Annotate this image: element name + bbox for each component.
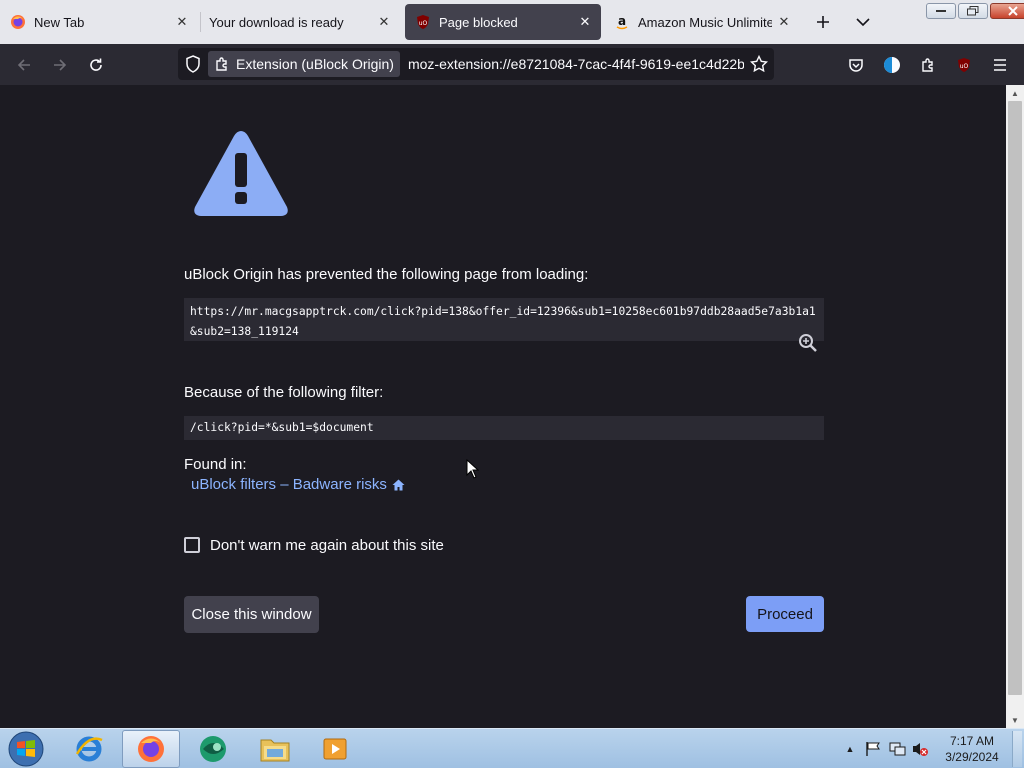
taskbar-green-app[interactable] xyxy=(184,730,242,768)
identity-box[interactable]: Extension (uBlock Origin) xyxy=(208,51,400,77)
home-icon xyxy=(392,479,405,490)
taskbar: ▲ 7:17 AM 3/29/2024 xyxy=(0,728,1024,768)
close-icon xyxy=(1008,6,1018,16)
tab-close-button[interactable]: ✕ xyxy=(772,10,796,34)
volume-muted-icon[interactable] xyxy=(911,741,929,757)
clock-date: 3/29/2024 xyxy=(945,750,999,764)
tab-title: Amazon Music Unlimited | xyxy=(638,14,772,30)
tab-separator xyxy=(200,12,201,32)
chevron-down-icon xyxy=(856,18,870,27)
taskbar-windows-explorer[interactable] xyxy=(246,730,304,768)
tab-close-button[interactable]: ✕ xyxy=(372,10,396,34)
tab-title: New Tab xyxy=(34,14,85,30)
filter-list-name: uBlock filters – Badware risks xyxy=(191,476,387,493)
tab-page-blocked[interactable]: uO Page blocked ✕ xyxy=(405,4,601,40)
contrast-icon xyxy=(884,57,900,73)
extensions-button[interactable] xyxy=(915,52,941,78)
mouse-cursor-icon xyxy=(466,459,479,479)
tab-close-button[interactable]: ✕ xyxy=(573,10,597,34)
back-button[interactable] xyxy=(11,52,37,78)
amazon-icon: a xyxy=(614,14,630,30)
url-text[interactable]: moz-extension://e8721084-7cac-4f4f-9619-… xyxy=(408,56,744,72)
tab-title: Page blocked xyxy=(439,14,518,30)
taskbar-firefox[interactable] xyxy=(122,730,180,768)
blocked-url: https://mr.macgsapptrck.com/click?pid=13… xyxy=(184,298,824,341)
show-hidden-icons-icon[interactable]: ▲ xyxy=(843,744,857,754)
dont-warn-label[interactable]: Don't warn me again about this site xyxy=(210,537,444,554)
forward-arrow-icon xyxy=(54,59,67,71)
back-arrow-icon xyxy=(17,59,30,71)
svg-text:uO: uO xyxy=(960,63,969,70)
filter-label: Because of the following filter: xyxy=(184,384,384,401)
filter-list-link[interactable]: uBlock filters – Badware risks xyxy=(191,476,405,493)
tab-new-tab[interactable]: New Tab ✕ xyxy=(0,4,198,40)
firefox-icon xyxy=(138,736,164,762)
extension-icon xyxy=(216,57,227,71)
taskbar-media-player[interactable] xyxy=(306,730,364,768)
puzzle-icon xyxy=(922,58,933,72)
ublock-icon: uO xyxy=(958,58,970,72)
svg-text:uO: uO xyxy=(419,20,428,27)
found-in-label: Found in: xyxy=(184,456,247,473)
restore-icon xyxy=(967,6,979,16)
reload-button[interactable] xyxy=(83,52,109,78)
window-close-button[interactable] xyxy=(990,3,1024,19)
vertical-scrollbar[interactable]: ▲ ▼ xyxy=(1006,85,1024,728)
internet-explorer-icon xyxy=(75,736,103,762)
taskbar-clock[interactable]: 7:17 AM 3/29/2024 xyxy=(940,733,1004,765)
ublock-icon: uO xyxy=(415,14,431,30)
reload-icon xyxy=(90,58,102,71)
tab-download[interactable]: Your download is ready ✕ xyxy=(202,4,400,40)
tab-strip: New Tab ✕ Your download is ready ✕ uO Pa… xyxy=(0,0,1024,44)
svg-text:a: a xyxy=(618,14,626,28)
warning-icon xyxy=(194,131,288,216)
filter-text: /click?pid=*&sub1=$document xyxy=(184,416,824,440)
start-button[interactable] xyxy=(6,730,46,768)
tab-amazon-music[interactable]: a Amazon Music Unlimited | ✕ xyxy=(604,4,800,40)
pocket-icon xyxy=(849,59,863,72)
shield-icon[interactable] xyxy=(185,55,201,78)
minimize-button[interactable] xyxy=(926,3,956,19)
firefox-icon xyxy=(10,14,26,30)
new-tab-button[interactable] xyxy=(811,10,835,34)
identity-label: Extension (uBlock Origin) xyxy=(236,56,394,72)
windows-logo-icon xyxy=(8,731,44,767)
proceed-button[interactable]: Proceed xyxy=(746,596,824,632)
ublock-button[interactable]: uO xyxy=(951,52,977,78)
pocket-button[interactable] xyxy=(843,52,869,78)
taskbar-internet-explorer[interactable] xyxy=(60,730,118,768)
scroll-down-arrow-icon[interactable]: ▼ xyxy=(1006,712,1024,728)
dark-reader-button[interactable] xyxy=(879,52,905,78)
menu-button[interactable] xyxy=(987,52,1013,78)
tab-title: Your download is ready xyxy=(209,14,344,30)
url-bar[interactable]: Extension (uBlock Origin) moz-extension:… xyxy=(178,48,774,80)
plus-icon xyxy=(817,16,829,28)
scroll-thumb[interactable] xyxy=(1008,101,1022,695)
tab-close-button[interactable]: ✕ xyxy=(170,10,194,34)
show-desktop-button[interactable] xyxy=(1012,731,1022,767)
bookmark-star-icon[interactable] xyxy=(749,54,769,78)
clock-time: 7:17 AM xyxy=(949,734,995,748)
close-window-button[interactable]: Close this window xyxy=(184,596,319,633)
blocked-page-content: uBlock Origin has prevented the followin… xyxy=(0,85,1006,728)
restore-button[interactable] xyxy=(958,3,988,19)
dont-warn-checkbox[interactable] xyxy=(184,537,200,553)
action-center-flag-icon[interactable] xyxy=(865,741,883,757)
list-all-tabs-button[interactable] xyxy=(851,10,875,34)
system-tray: ▲ xyxy=(843,729,929,768)
forward-button[interactable] xyxy=(47,52,73,78)
minimize-icon xyxy=(936,10,946,12)
scroll-up-arrow-icon[interactable]: ▲ xyxy=(1006,85,1024,101)
network-icon[interactable] xyxy=(889,741,907,757)
window-controls xyxy=(926,3,1024,19)
blocked-heading: uBlock Origin has prevented the followin… xyxy=(184,266,589,283)
hamburger-menu-icon xyxy=(994,59,1006,71)
zoom-in-icon[interactable] xyxy=(798,333,818,353)
folder-icon xyxy=(260,739,290,762)
navigation-toolbar: Extension (uBlock Origin) moz-extension:… xyxy=(0,44,1024,85)
media-player-icon xyxy=(323,738,347,760)
app-green-icon xyxy=(200,736,226,762)
